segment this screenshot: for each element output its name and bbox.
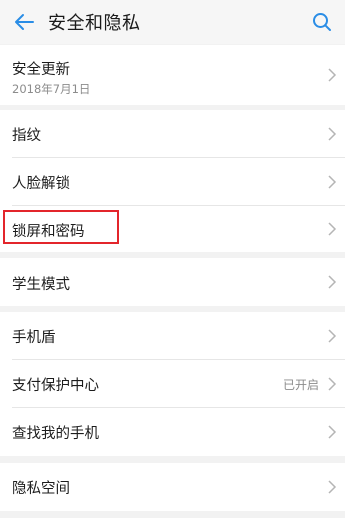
security-update-label: 安全更新 — [12, 62, 70, 78]
chevron-right-icon — [328, 480, 337, 494]
phone-shield-label: 手机盾 — [12, 330, 56, 346]
back-button[interactable] — [6, 0, 42, 44]
security-update-item[interactable]: 安全更新 2018年7月1日 — [0, 45, 345, 105]
private-space-item[interactable]: 隐私空间 — [0, 463, 345, 511]
lock-screen-password-label: 锁屏和密码 — [12, 224, 85, 240]
phone-shield-item[interactable]: 手机盾 — [0, 312, 345, 359]
student-mode-label: 学生模式 — [12, 277, 70, 293]
page-title: 安全和隐私 — [48, 13, 141, 34]
face-unlock-label: 人脸解锁 — [12, 176, 70, 192]
student-section: 学生模式 — [0, 258, 345, 306]
chevron-right-icon — [328, 222, 337, 236]
find-my-phone-label: 查找我的手机 — [12, 426, 99, 442]
chevron-right-icon — [328, 68, 337, 82]
lock-screen-password-item[interactable]: 锁屏和密码 — [0, 206, 345, 252]
private-space-label: 隐私空间 — [12, 481, 70, 497]
chevron-right-icon — [328, 329, 337, 343]
chevron-right-icon — [328, 175, 337, 189]
chevron-right-icon — [328, 377, 337, 391]
student-mode-item[interactable]: 学生模式 — [0, 258, 345, 306]
payment-protection-status: 已开启 — [282, 378, 319, 392]
arrow-left-icon — [15, 14, 34, 30]
chevron-right-icon — [328, 425, 337, 439]
face-unlock-item[interactable]: 人脸解锁 — [0, 158, 345, 205]
security-section: 安全更新 2018年7月1日 — [0, 45, 345, 105]
chevron-right-icon — [328, 275, 337, 289]
chevron-right-icon — [328, 127, 337, 141]
search-button[interactable] — [307, 0, 337, 44]
payment-protection-label: 支付保护中心 — [12, 378, 99, 394]
privacy-section: 隐私空间 — [0, 463, 345, 511]
fingerprint-item[interactable]: 指纹 — [0, 110, 345, 157]
protection-section: 手机盾 支付保护中心 已开启 查找我的手机 — [0, 312, 345, 456]
find-my-phone-item[interactable]: 查找我的手机 — [0, 408, 345, 456]
payment-protection-item[interactable]: 支付保护中心 已开启 — [0, 360, 345, 407]
fingerprint-label: 指纹 — [12, 128, 41, 144]
app-header: 安全和隐私 — [0, 0, 345, 44]
security-update-date: 2018年7月1日 — [12, 82, 91, 96]
search-icon — [313, 13, 331, 31]
unlock-section: 指纹 人脸解锁 锁屏和密码 — [0, 110, 345, 252]
